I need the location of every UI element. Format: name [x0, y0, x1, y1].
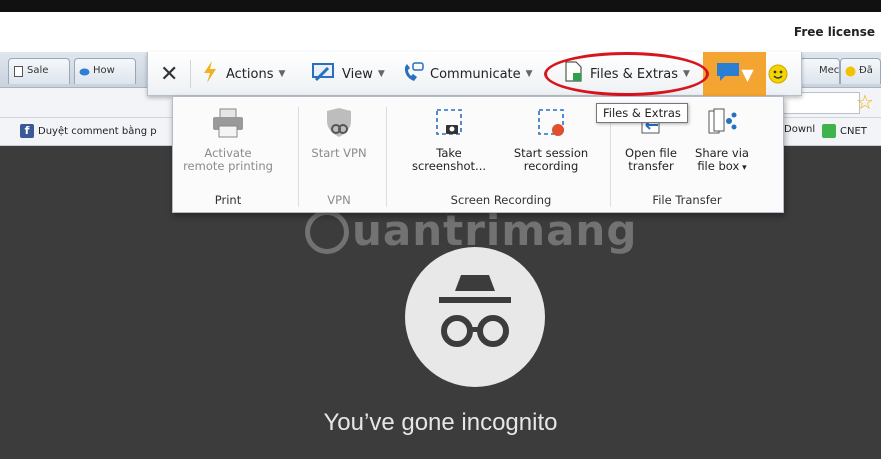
file-share-icon	[702, 99, 742, 147]
browser-tab[interactable]: Mec	[800, 58, 840, 84]
screenshot-icon	[429, 99, 469, 147]
vpn-group-label: VPN	[327, 193, 351, 207]
take-screenshot-button[interactable]: Take screenshot...	[405, 99, 493, 173]
incognito-icon	[405, 247, 545, 387]
communicate-label: Communicate	[430, 66, 521, 82]
browser-tab[interactable]: Đã	[840, 58, 881, 84]
chevron-down-icon: ▼	[278, 69, 286, 79]
start-vpn-label: Start VPN	[311, 146, 367, 160]
bookmark-star-icon[interactable]: ☆	[856, 90, 874, 114]
license-text: Free license	[793, 25, 875, 39]
phone-chat-icon	[402, 61, 424, 87]
browser-tab[interactable]: How	[74, 58, 136, 84]
file-transfer-group-label: File Transfer	[652, 193, 722, 207]
take-screenshot-label: Take screenshot...	[411, 146, 487, 173]
chevron-down-icon: ▼	[377, 69, 385, 79]
browser-tab-label: Sale	[27, 65, 49, 76]
bookmark-item[interactable]: Downl	[784, 124, 815, 135]
watermark-logo	[305, 210, 349, 254]
activate-remote-printing-label: Activate remote printing	[183, 146, 273, 173]
actions-label: Actions	[226, 66, 274, 82]
browser-tab-label: Mec	[819, 65, 840, 76]
highlight-ellipse	[544, 52, 709, 96]
communicate-menu[interactable]: Communicate ▼	[402, 52, 533, 96]
page-icon	[13, 66, 24, 77]
star-badge-icon	[845, 66, 856, 77]
feedback-button[interactable]: ▼	[703, 52, 766, 96]
window-title-bar: Free license	[0, 12, 881, 52]
start-session-recording-label: Start session recording	[513, 146, 589, 173]
shield-link-icon	[319, 99, 359, 147]
browser-tab-label: Đã	[859, 65, 873, 76]
share-via-file-box-button[interactable]: Share via file box ▾	[689, 99, 755, 175]
chat-bubble-icon	[715, 61, 741, 87]
view-menu[interactable]: View ▼	[312, 52, 385, 96]
chevron-down-icon: ▼	[525, 69, 533, 79]
printer-icon	[208, 99, 248, 147]
bookmark-label: CNET	[840, 126, 867, 137]
bookmark-label: Duyệt comment bằng p	[38, 126, 157, 137]
view-icon	[312, 62, 336, 86]
open-file-transfer-label: Open file transfer	[625, 146, 677, 173]
cnet-icon	[822, 124, 836, 138]
start-session-recording-button[interactable]: Start session recording	[505, 99, 597, 173]
start-vpn-button[interactable]: Start VPN	[309, 99, 369, 160]
view-label: View	[342, 66, 373, 82]
facebook-icon: f	[20, 124, 34, 138]
group-separator	[386, 107, 387, 207]
screen-recording-group-label: Screen Recording	[450, 193, 552, 207]
group-separator	[298, 107, 299, 207]
dropdown-arrow-icon: ▾	[739, 163, 747, 173]
chevron-down-icon: ▼	[741, 64, 754, 84]
incognito-heading: You’ve gone incognito	[323, 409, 558, 436]
bookmark-item[interactable]: CNET	[822, 124, 867, 138]
activate-remote-printing-button[interactable]: Activate remote printing	[183, 99, 273, 173]
record-icon	[531, 99, 571, 147]
print-group-label: Print	[214, 193, 242, 207]
files-extras-tooltip: Files & Extras	[596, 103, 688, 123]
files-extras-ribbon: Activate remote printing Print Start VPN…	[172, 96, 784, 213]
window-top-strip	[0, 0, 881, 12]
close-icon[interactable]: ✕	[160, 52, 178, 96]
smiley-icon[interactable]	[768, 52, 788, 96]
browser-tab-label: How	[93, 65, 115, 76]
toolbar-separator	[190, 60, 191, 88]
bookmark-label: Downl	[784, 124, 816, 135]
browser-tab[interactable]: Sale	[8, 58, 70, 84]
lightning-icon	[202, 61, 218, 87]
cloud-icon	[79, 66, 90, 77]
actions-menu[interactable]: Actions ▼	[202, 52, 285, 96]
bookmark-item[interactable]: f Duyệt comment bằng p	[20, 124, 157, 138]
